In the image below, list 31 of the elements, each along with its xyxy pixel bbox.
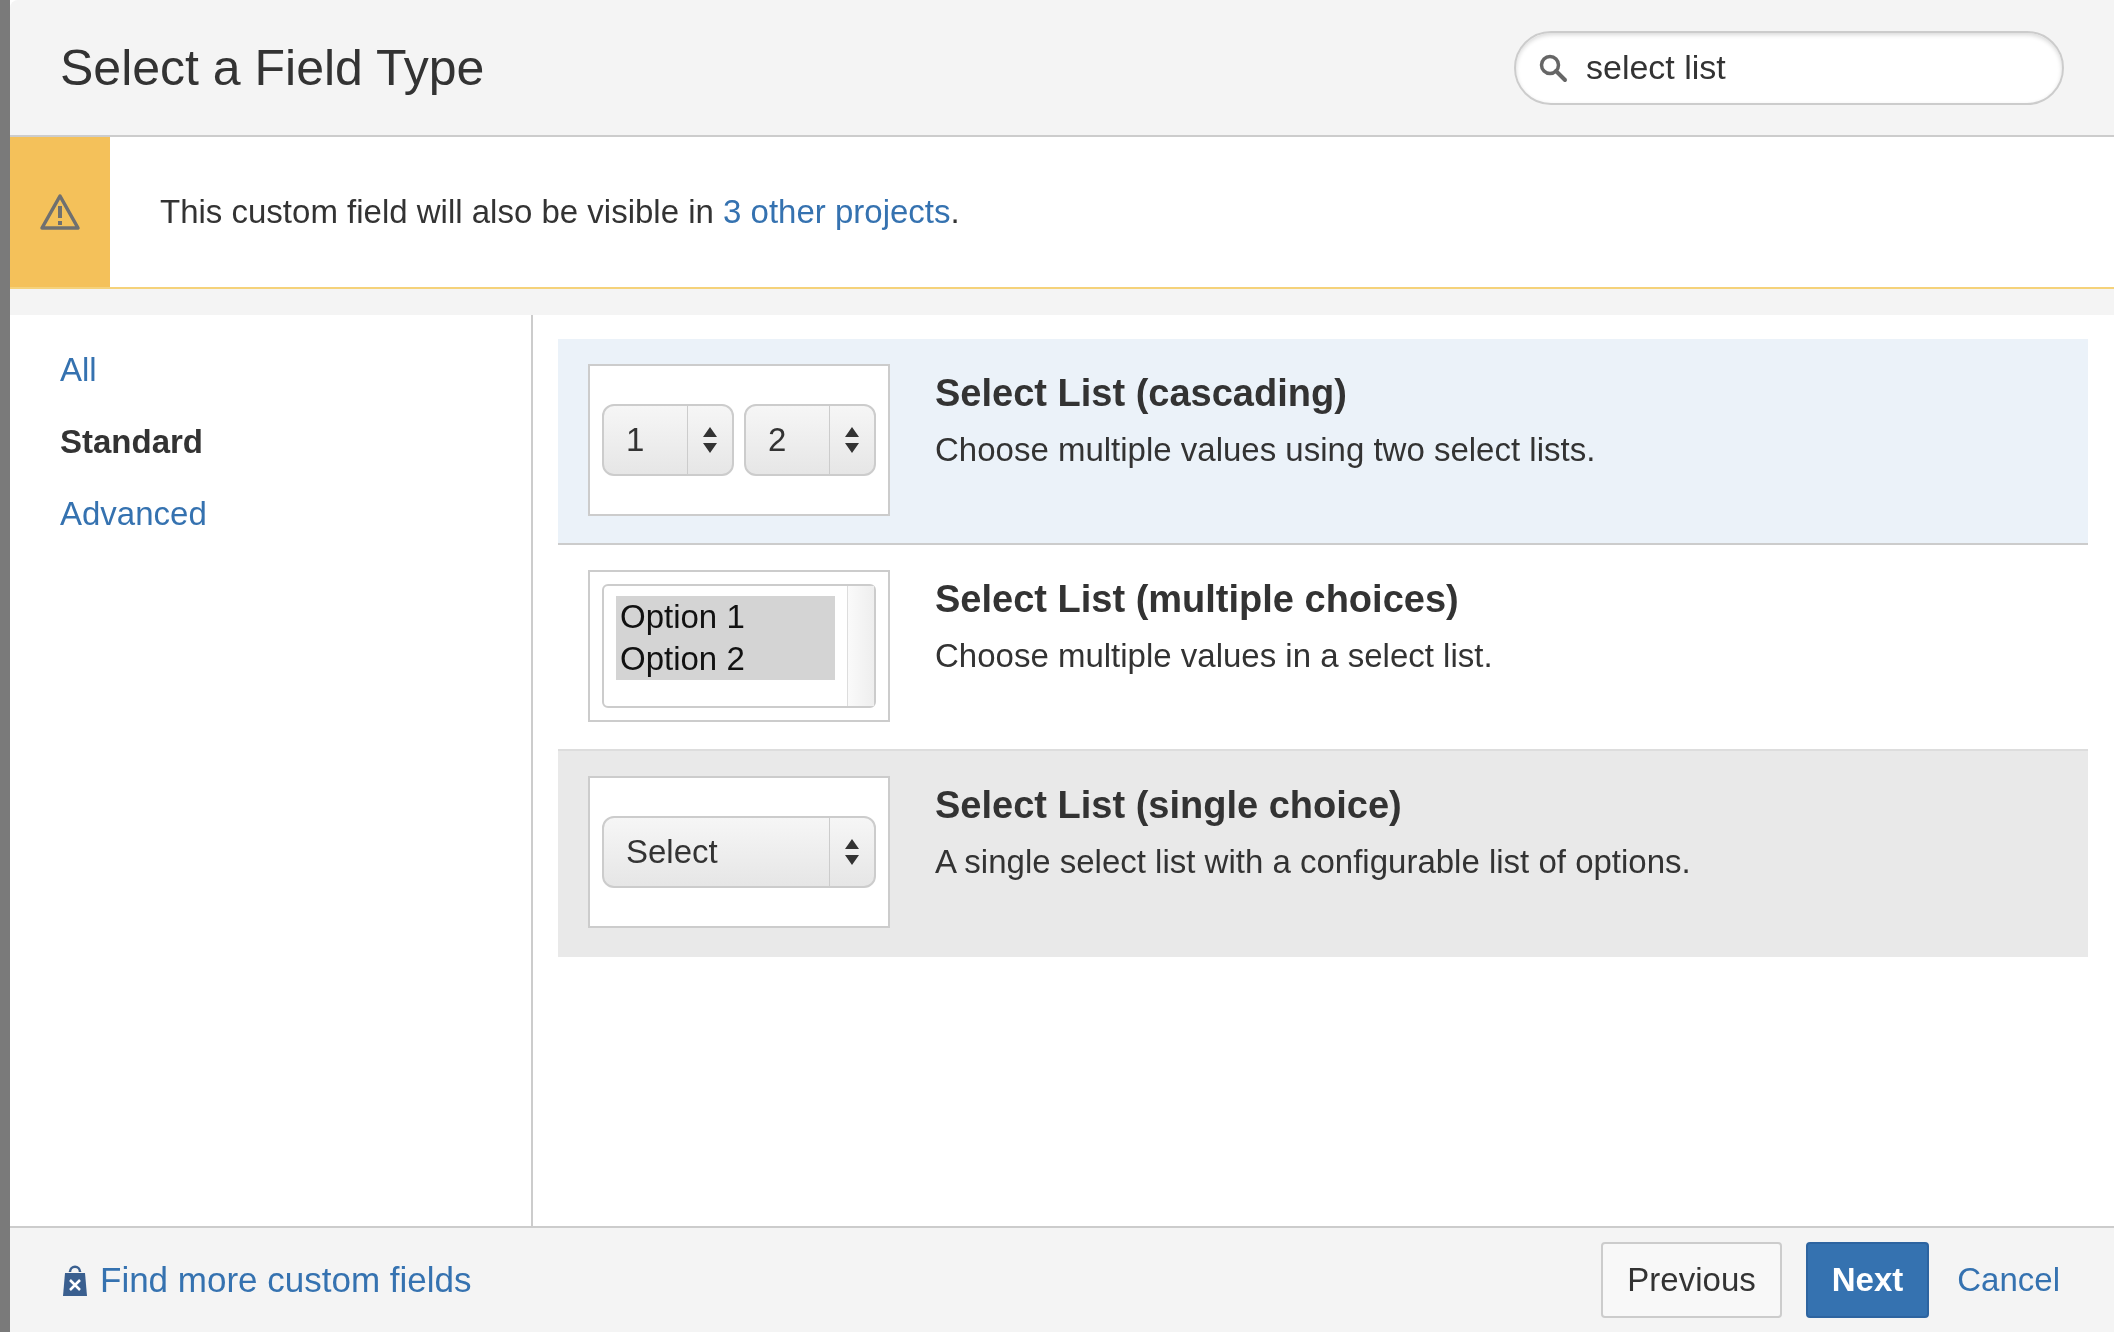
multi-select-list[interactable]: Option 1 Option 2 [602,584,876,708]
field-type-option[interactable]: Option 1 Option 2 Select List (multiple choices) Choose multiple values in a select list. [558,545,2088,751]
select-dropdown[interactable]: 1 [602,404,734,476]
search-icon [1538,52,1568,83]
up-down-arrows-icon [844,426,860,454]
option-title: Select List (multiple choices) [935,578,1460,621]
category-link[interactable]: Advanced [60,493,207,535]
option-title: Select List (cascading) [935,372,1348,415]
projects-link[interactable]: 3 other projects [723,193,951,230]
up-down-arrows-icon [702,426,718,454]
previous-button[interactable]: Previous [1601,1242,1782,1318]
up-down-arrows-icon [844,838,860,866]
category-link[interactable]: Standard [60,421,204,463]
select-dropdown[interactable]: 2 [744,404,876,476]
option-description: Choose multiple values using two select lists. [935,431,1596,469]
find-more-link[interactable]: Find more custom fields [62,1260,472,1300]
list-option[interactable]: Option 2 [616,638,835,680]
warning-message: This custom field will also be visible in 3 other projects. [160,193,960,231]
option-title: Select List (single choice) [935,784,1403,827]
field-type-option[interactable]: 1 2 Select List (cascading) Choose multiple values using two select lists. [558,339,2088,545]
option-description: Choose multiple values in a select list. [935,637,1493,675]
category-link[interactable]: All [60,349,97,391]
search-field[interactable]: select list [1514,30,2064,105]
list-option[interactable]: Option 1 [616,596,835,638]
dialog-title: Select a Field Type [60,38,485,97]
cancel-link[interactable]: Cancel [1953,1242,2064,1318]
warning-icon [39,193,81,231]
next-button[interactable]: Next [1805,1242,1930,1318]
select-dropdown[interactable]: Select [602,816,876,888]
field-type-option[interactable]: Select Select List (single choice) A single select list with a configurable list of options. [558,751,2088,957]
option-description: A single select list with a configurable list of options. [935,843,1691,881]
